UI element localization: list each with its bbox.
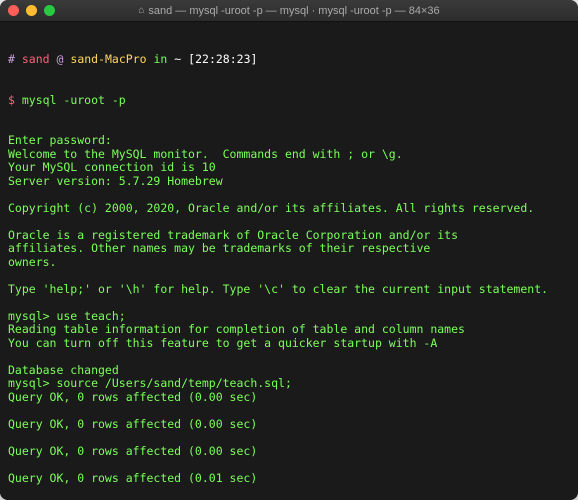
output-line [8, 188, 570, 202]
output-line: affiliates. Other names may be trademark… [8, 242, 570, 256]
prompt-time: 22:28:23 [195, 52, 250, 66]
output-line [8, 431, 570, 445]
prompt-in: in [154, 52, 168, 66]
output-line: You can turn off this feature to get a q… [8, 337, 570, 351]
titlebar[interactable]: ⌂ sand — mysql -uroot -p — mysql · mysql… [0, 0, 578, 22]
close-icon[interactable] [8, 5, 19, 16]
traffic-lights [8, 5, 55, 16]
output-line: Type 'help;' or '\h' for help. Type '\c'… [8, 283, 570, 297]
zoom-icon[interactable] [44, 5, 55, 16]
output-line: Copyright (c) 2000, 2020, Oracle and/or … [8, 202, 570, 216]
output-line: Enter password: [8, 134, 570, 148]
output-line [8, 458, 570, 472]
shell-prompt-line: # sand @ sand-MacPro in ~ [22:28:23] [8, 53, 570, 67]
output-line: Your MySQL connection id is 10 [8, 161, 570, 175]
output-line: Query OK, 0 rows affected (0.01 sec) [8, 472, 570, 486]
output-line: mysql> use teach; [8, 310, 570, 324]
terminal-window: ⌂ sand — mysql -uroot -p — mysql · mysql… [0, 0, 578, 500]
output-line: Query OK, 0 rows affected (0.00 sec) [8, 445, 570, 459]
terminal-body[interactable]: # sand @ sand-MacPro in ~ [22:28:23] $ m… [0, 22, 578, 500]
output-line: Query OK, 0 rows affected (0.00 sec) [8, 391, 570, 405]
window-title-text: sand — mysql -uroot -p — mysql · mysql -… [148, 5, 439, 17]
shell-cmd-line: $ mysql -uroot -p [8, 94, 570, 108]
output-line: mysql> source /Users/sand/temp/teach.sql… [8, 377, 570, 391]
output-line: Server version: 5.7.29 Homebrew [8, 175, 570, 189]
output-line: Query OK, 0 rows affected (0.00 sec) [8, 418, 570, 432]
output-line [8, 296, 570, 310]
output-line: Welcome to the MySQL monitor. Commands e… [8, 148, 570, 162]
prompt-at: @ [57, 52, 64, 66]
output-line: Oracle is a registered trademark of Orac… [8, 229, 570, 243]
output-line: owners. [8, 256, 570, 270]
output-line: Database changed [8, 364, 570, 378]
output-line [8, 215, 570, 229]
output-line [8, 485, 570, 499]
minimize-icon[interactable] [26, 5, 37, 16]
output-line [8, 404, 570, 418]
terminal-output: Enter password:Welcome to the MySQL moni… [8, 134, 570, 500]
output-line [8, 350, 570, 364]
prompt-host: sand-MacPro [70, 52, 146, 66]
prompt-hash: # [8, 52, 15, 66]
window-title: ⌂ sand — mysql -uroot -p — mysql · mysql… [0, 5, 578, 17]
prompt-dollar: $ [8, 93, 15, 107]
shell-command: mysql -uroot -p [22, 93, 126, 107]
home-icon: ⌂ [138, 5, 144, 16]
prompt-path: ~ [174, 52, 181, 66]
prompt-time-close: ] [251, 52, 258, 66]
output-line: Reading table information for completion… [8, 323, 570, 337]
output-line [8, 269, 570, 283]
prompt-user: sand [22, 52, 50, 66]
